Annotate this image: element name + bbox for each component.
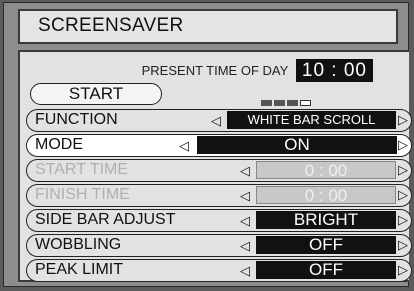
wobbling-label: WOBBLING (35, 236, 122, 253)
side-bar-adjust-label: SIDE BAR ADJUST (35, 211, 176, 228)
next-arrow-icon: ▷ (398, 187, 408, 202)
page-title: SCREENSAVER (38, 15, 184, 36)
present-time-value: 10 : 00 (295, 59, 373, 82)
side-bar-adjust-value: BRIGHT (256, 211, 396, 229)
peak-limit-label: PEAK LIMIT (35, 261, 124, 278)
next-arrow-icon[interactable]: ▷ (398, 135, 408, 155)
finish-time-row: FINISH TIME ◁ 0 : 00 ▷ (26, 184, 412, 207)
mode-label: MODE (35, 136, 83, 153)
page-dot-current (300, 100, 311, 106)
settings-panel: PRESENT TIME OF DAY 10 : 00 START FUNCTI… (18, 50, 412, 282)
peak-limit-value: OFF (256, 261, 396, 279)
next-arrow-icon[interactable]: ▷ (398, 260, 408, 280)
start-button[interactable]: START (30, 83, 162, 105)
prev-arrow-icon[interactable]: ◁ (240, 236, 250, 256)
prev-arrow-icon: ◁ (240, 163, 250, 178)
screensaver-window: SCREENSAVER PRESENT TIME OF DAY 10 : 00 … (3, 2, 412, 287)
next-arrow-icon[interactable]: ▷ (398, 110, 408, 130)
page-dot (261, 100, 272, 106)
prev-arrow-icon: ◁ (240, 188, 250, 203)
title-bar: SCREENSAVER (18, 9, 398, 44)
prev-arrow-icon[interactable]: ◁ (211, 111, 221, 131)
mode-value: ON (197, 136, 397, 154)
function-label: FUNCTION (35, 111, 118, 128)
present-time-label: PRESENT TIME OF DAY (141, 63, 289, 78)
prev-arrow-icon[interactable]: ◁ (179, 136, 189, 156)
finish-time-value: 0 : 00 (256, 186, 396, 205)
peak-limit-row[interactable]: PEAK LIMIT ◁ OFF ▷ (26, 259, 412, 282)
side-bar-adjust-row[interactable]: SIDE BAR ADJUST ◁ BRIGHT ▷ (26, 209, 412, 232)
next-arrow-icon[interactable]: ▷ (398, 210, 408, 230)
start-time-value: 0 : 00 (256, 161, 396, 180)
page-dot (287, 100, 298, 106)
present-time: PRESENT TIME OF DAY 10 : 00 (142, 59, 373, 82)
function-row[interactable]: FUNCTION ◁ WHITE BAR SCROLL ▷ (26, 109, 412, 132)
finish-time-label: FINISH TIME (35, 186, 130, 203)
page-dot (274, 100, 285, 106)
start-time-label: START TIME (35, 161, 129, 178)
wobbling-row[interactable]: WOBBLING ◁ OFF ▷ (26, 234, 412, 257)
prev-arrow-icon[interactable]: ◁ (240, 211, 250, 231)
next-arrow-icon[interactable]: ▷ (398, 235, 408, 255)
wobbling-value: OFF (256, 236, 396, 254)
start-time-row: START TIME ◁ 0 : 00 ▷ (26, 159, 412, 182)
function-value: WHITE BAR SCROLL (227, 111, 396, 129)
prev-arrow-icon[interactable]: ◁ (240, 261, 250, 281)
next-arrow-icon: ▷ (398, 162, 408, 177)
mode-row[interactable]: MODE ◁ ON ▷ (26, 134, 412, 157)
